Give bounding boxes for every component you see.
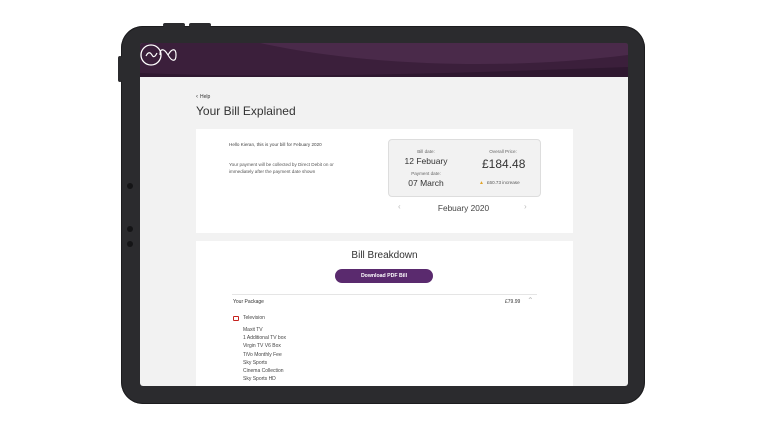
bill-breakdown-card: Bill Breakdown Download PDF Bill Your Pa… <box>196 241 573 386</box>
back-link-label: Help <box>200 94 211 100</box>
header-wave <box>140 43 628 77</box>
bill-summary-box: Bill date: 12 Febuary Payment date: 07 M… <box>388 139 541 197</box>
bill-summary-card: Hello Kieran, this is your bill for Febu… <box>196 129 573 233</box>
list-item: 1 Additional TV box <box>243 335 286 342</box>
bill-date-value: 12 Febuary <box>404 156 448 166</box>
list-item: Cinema Collection <box>243 368 284 375</box>
prev-month-button[interactable]: ‹ <box>398 202 401 211</box>
greeting-text: Hello Kieran, this is your bill for Febu… <box>229 142 322 147</box>
divider <box>232 294 537 295</box>
bill-date-label: Bill date: <box>417 149 435 154</box>
overall-price-value: £184.48 <box>482 157 526 171</box>
current-month: Febuary 2020 <box>437 203 490 213</box>
volume-button <box>163 23 185 27</box>
payment-note: Your payment will be collected by Direct… <box>229 162 334 174</box>
month-navigator: ‹ Febuary 2020 › <box>388 202 539 214</box>
screen: ‹ Help Your Bill Explained Hello Kieran, … <box>140 43 628 386</box>
chevron-left-icon: ‹ <box>196 94 198 100</box>
list-item: Virgin TV V6 Box <box>243 343 281 350</box>
section-label: Television <box>243 315 265 321</box>
package-price: £79.99 <box>505 299 521 305</box>
back-link[interactable]: ‹ Help <box>196 94 210 100</box>
warning-icon: ▲ <box>479 180 484 186</box>
chevron-up-icon[interactable]: ⌃ <box>527 296 534 305</box>
next-month-button[interactable]: › <box>524 202 527 211</box>
package-label: Your Package <box>233 299 264 305</box>
payment-date-label: Payment date: <box>411 171 441 176</box>
price-increase: ▲ £60.73 increase <box>479 180 520 186</box>
list-item: Sky Sports <box>243 359 268 366</box>
tablet-device: ‹ Help Your Bill Explained Hello Kieran, … <box>118 23 645 404</box>
payment-date-value: 07 March <box>408 178 444 188</box>
list-item: Maxit TV <box>243 327 263 333</box>
side-button <box>118 56 122 82</box>
page-title: Your Bill Explained <box>196 104 296 118</box>
power-button <box>189 23 211 27</box>
package-items: Maxit TV 1 Additional TV box Virgin TV V… <box>243 326 286 383</box>
virgin-media-logo[interactable] <box>140 43 180 67</box>
list-item: TiVo Monthly Fee <box>243 351 282 358</box>
price-increase-text: £60.73 increase <box>486 180 520 185</box>
sensor-dot <box>127 226 133 232</box>
site-header <box>140 43 628 77</box>
list-item: Sky Sports HD <box>243 376 276 383</box>
tv-icon <box>233 316 239 321</box>
overall-price-label: Overall Price: <box>489 149 517 154</box>
camera-dot <box>127 183 133 189</box>
download-pdf-button[interactable]: Download PDF Bill <box>335 269 433 283</box>
bill-breakdown-title: Bill Breakdown <box>351 250 418 261</box>
sensor-dot <box>127 241 133 247</box>
